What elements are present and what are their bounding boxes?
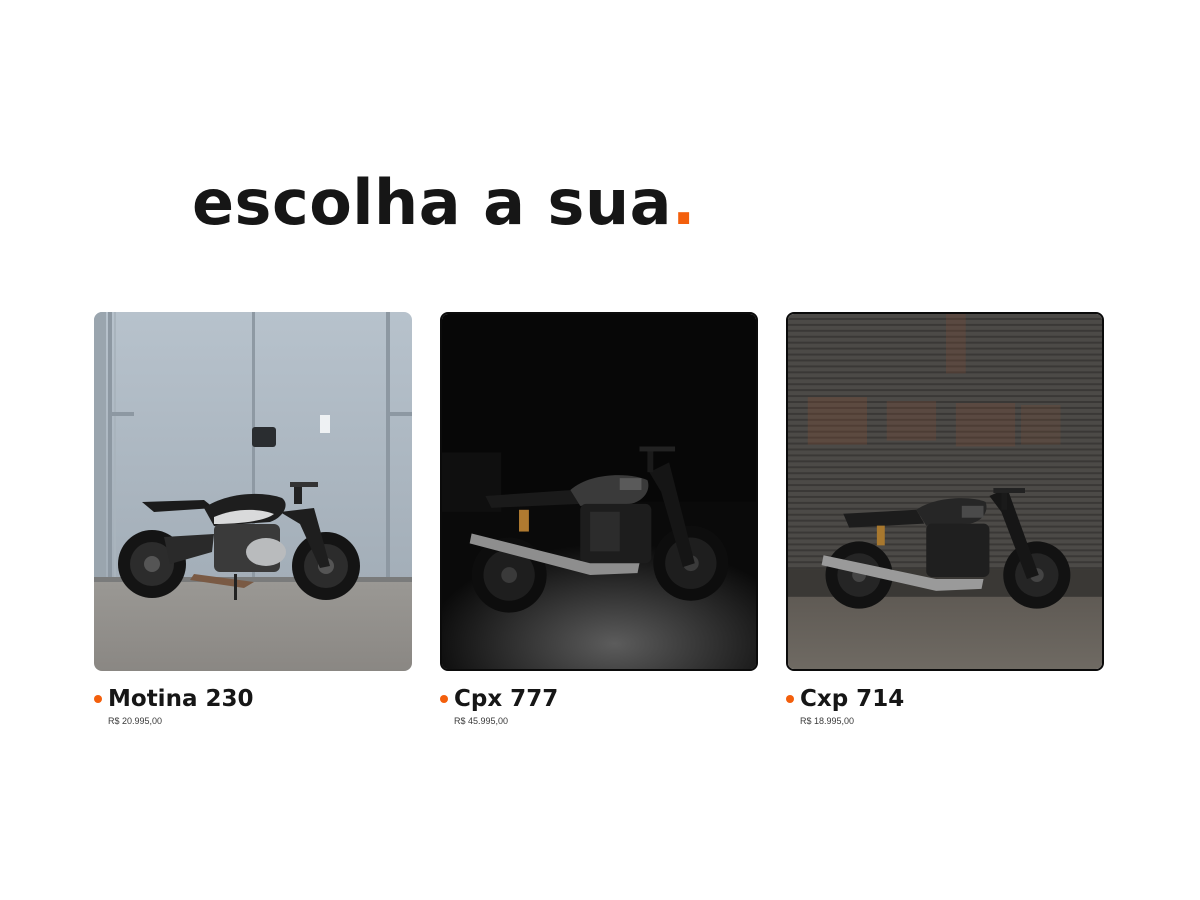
product-title-row: Motina 230 bbox=[94, 684, 253, 714]
product-price: R$ 20.995,00 bbox=[108, 716, 163, 726]
product-name[interactable]: Motina 230 bbox=[108, 686, 253, 712]
bullet-dot-icon bbox=[440, 695, 448, 703]
product-image[interactable] bbox=[440, 312, 758, 671]
motorcycle-photo bbox=[94, 312, 412, 671]
product-name[interactable]: Cxp 714 bbox=[800, 686, 904, 712]
page-title-dot: . bbox=[671, 166, 696, 239]
motorcycle-photo bbox=[788, 314, 1102, 669]
bullet-dot-icon bbox=[786, 695, 794, 703]
product-title-row: Cxp 714 bbox=[786, 684, 904, 714]
product-image[interactable] bbox=[94, 312, 412, 671]
product-price: R$ 45.995,00 bbox=[454, 716, 509, 726]
product-image[interactable] bbox=[786, 312, 1104, 671]
product-title-row: Cpx 777 bbox=[440, 684, 558, 714]
bullet-dot-icon bbox=[94, 695, 102, 703]
product-card[interactable]: Cxp 714 R$ 18.995,00 bbox=[786, 312, 1104, 726]
product-card[interactable]: Cpx 777 R$ 45.995,00 bbox=[440, 312, 758, 726]
page-title: escolha a sua. bbox=[192, 163, 696, 243]
product-card[interactable]: Motina 230 R$ 20.995,00 bbox=[94, 312, 412, 726]
page-title-text: escolha a sua bbox=[192, 166, 672, 239]
product-name[interactable]: Cpx 777 bbox=[454, 686, 558, 712]
motorcycle-photo bbox=[442, 314, 756, 669]
product-price: R$ 18.995,00 bbox=[800, 716, 855, 726]
